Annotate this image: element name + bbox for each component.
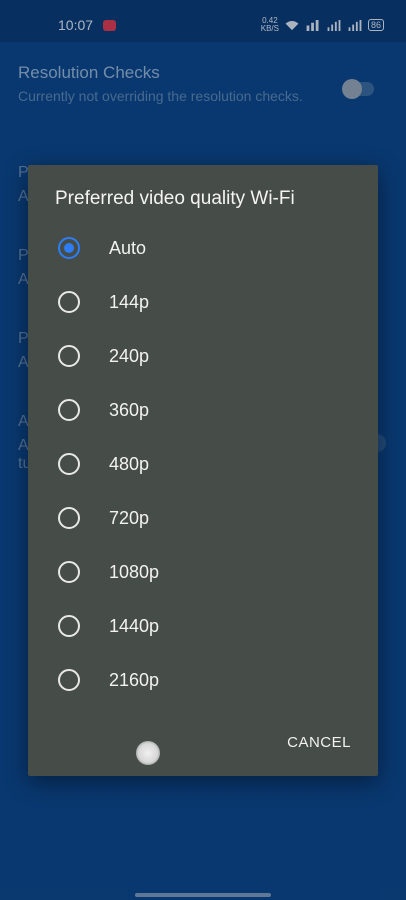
radio-selected-icon[interactable] <box>58 237 80 259</box>
radio-unselected-icon[interactable] <box>58 561 80 583</box>
quality-option[interactable]: 1080p <box>28 545 378 599</box>
quality-option-label: Auto <box>109 238 147 258</box>
quality-option[interactable]: 2160p <box>28 653 378 707</box>
touch-indicator <box>136 741 160 765</box>
quality-option-label: 720p <box>109 508 150 528</box>
radio-unselected-icon[interactable] <box>58 453 80 475</box>
radio-unselected-icon[interactable] <box>58 507 80 529</box>
radio-unselected-icon[interactable] <box>58 345 80 367</box>
radio-unselected-icon[interactable] <box>58 615 80 637</box>
quality-options: Auto 144p 240p 360p 480p 720p 1080p 1440p 2160p <box>28 221 378 707</box>
cancel-button[interactable]: CANCEL <box>287 734 351 751</box>
radio-unselected-icon[interactable] <box>58 669 80 691</box>
quality-option[interactable]: 720p <box>28 491 378 545</box>
quality-option-label: 2160p <box>109 670 160 690</box>
quality-dialog: Preferred video quality Wi-Fi Auto 144p 24… <box>28 165 378 776</box>
dialog-title: Preferred video quality Wi-Fi <box>55 188 295 209</box>
quality-option-label: 1080p <box>109 562 160 582</box>
quality-option[interactable]: 360p <box>28 383 378 437</box>
quality-option-label: 240p <box>109 346 150 366</box>
quality-option-label: 480p <box>109 454 150 474</box>
quality-option[interactable]: Auto <box>28 221 378 275</box>
quality-option[interactable]: 1440p <box>28 599 378 653</box>
quality-option[interactable]: 240p <box>28 329 378 383</box>
quality-option-label: 144p <box>109 292 150 312</box>
radio-unselected-icon[interactable] <box>58 399 80 421</box>
quality-option[interactable]: 144p <box>28 275 378 329</box>
radio-unselected-icon[interactable] <box>58 291 80 313</box>
quality-option-label: 360p <box>109 400 150 420</box>
quality-option-label: 1440p <box>109 616 160 636</box>
quality-option[interactable]: 480p <box>28 437 378 491</box>
